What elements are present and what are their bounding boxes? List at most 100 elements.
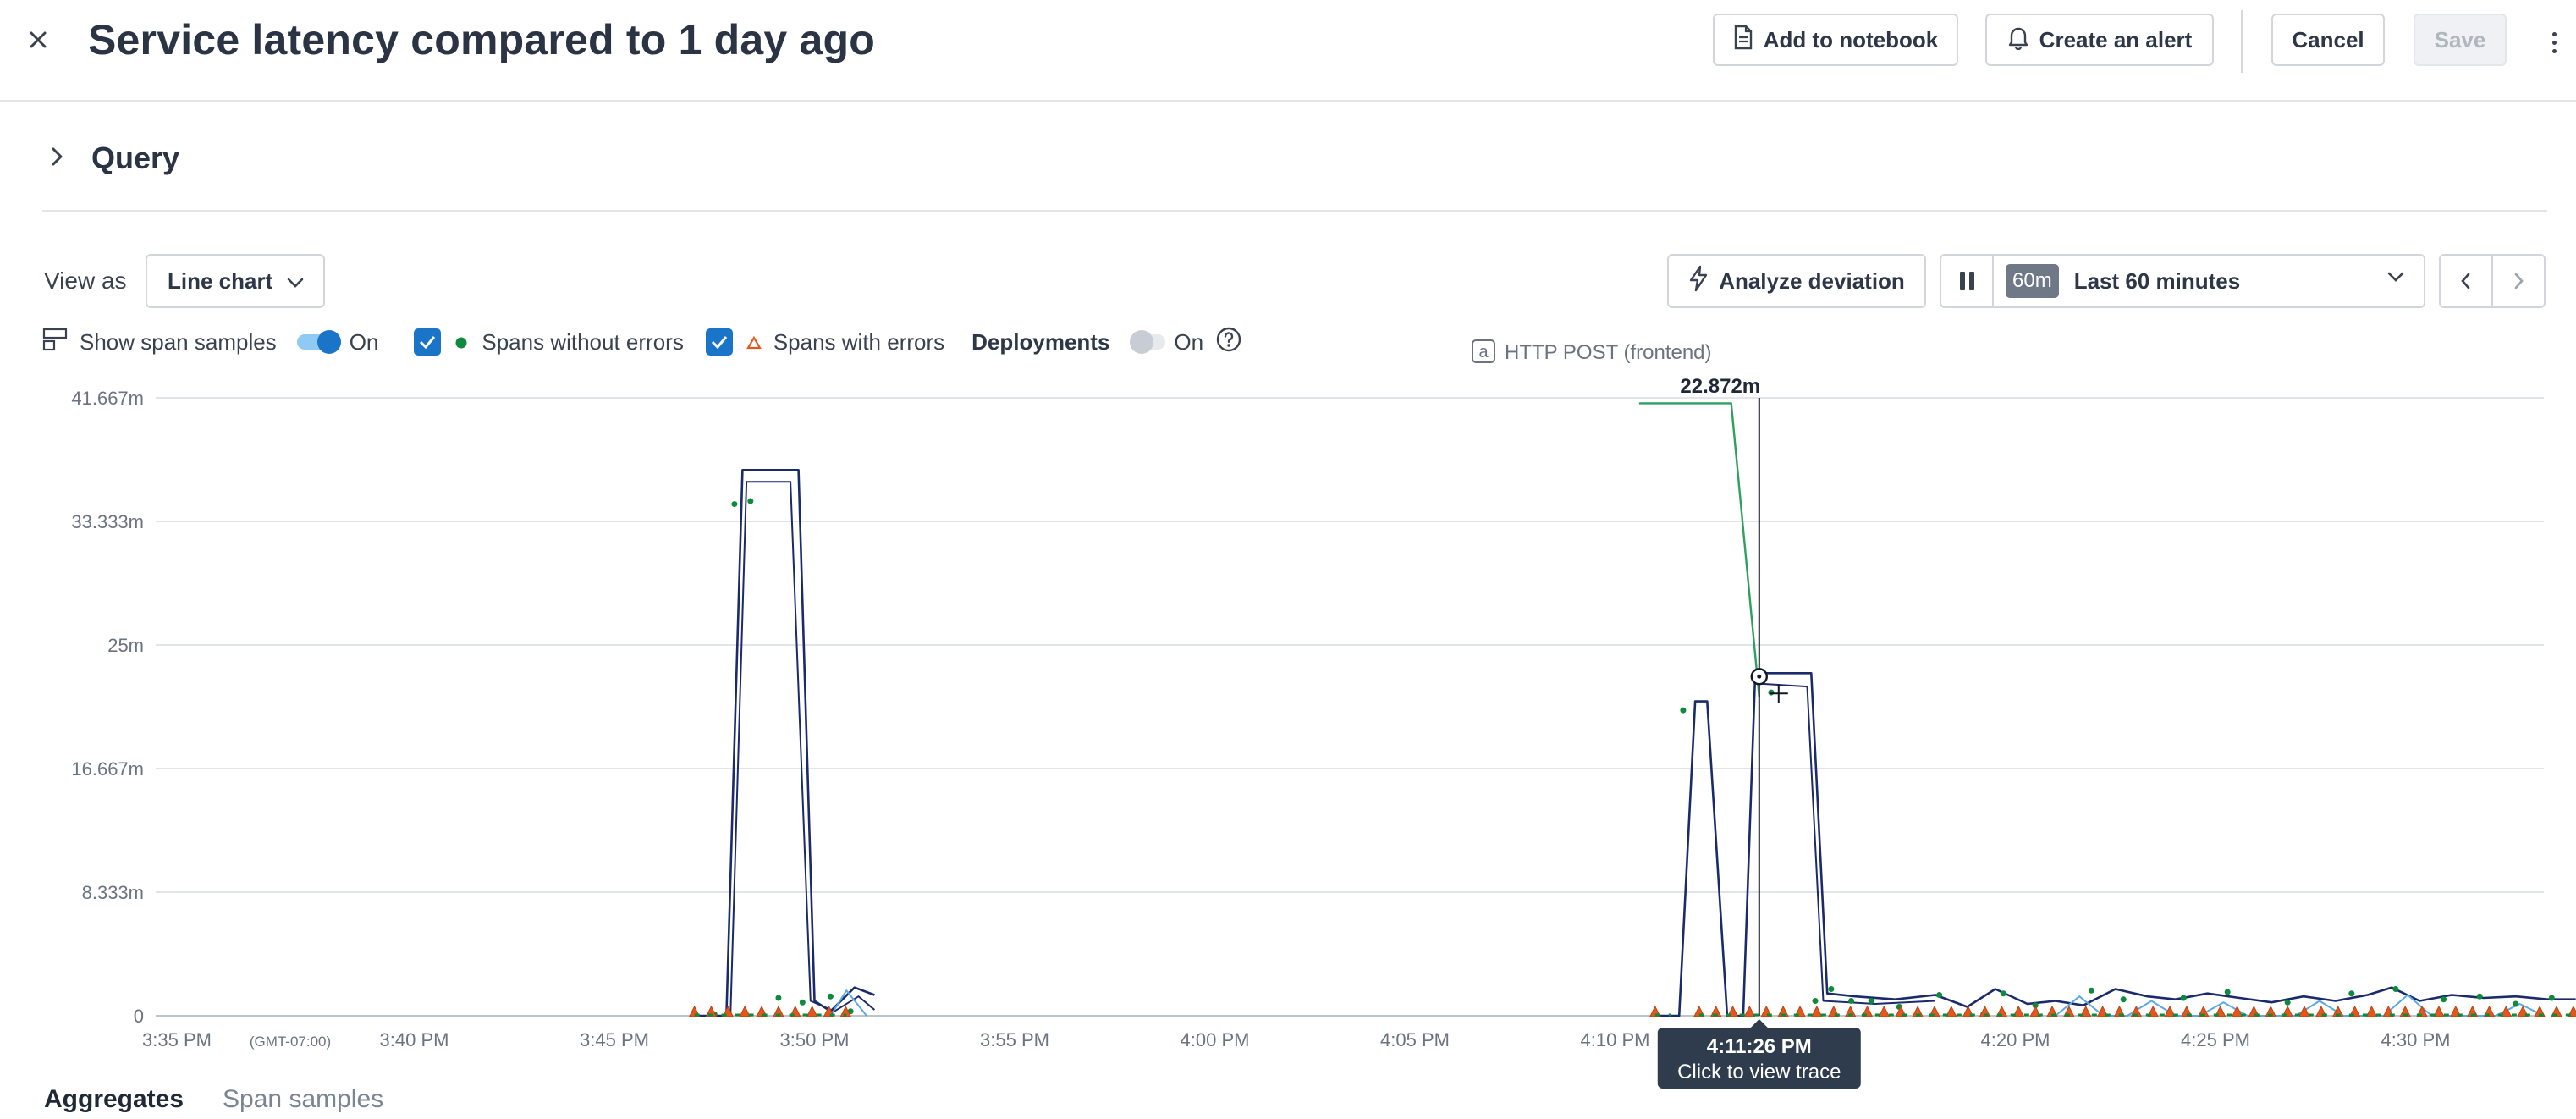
- error-span-marker: [1649, 1005, 1661, 1017]
- error-span-marker: [2449, 1005, 2462, 1017]
- error-span-marker: [789, 1005, 801, 1017]
- chevron-right-icon[interactable]: [2493, 256, 2544, 306]
- ok-span-dot: [799, 999, 806, 1006]
- time-range-label: Last 60 minutes: [2073, 267, 2241, 294]
- spans-with-errors-checkbox[interactable]: [705, 328, 733, 356]
- show-span-samples-label: Show span samples: [80, 328, 277, 355]
- ok-span-dot: [2224, 989, 2231, 995]
- error-span-marker: [2282, 1005, 2293, 1017]
- error-span-marker: [2063, 1005, 2075, 1017]
- analyze-deviation-button[interactable]: Analyze deviation: [1667, 254, 1926, 308]
- tooltip-hint: Click to view trace: [1677, 1061, 1841, 1083]
- create-alert-label: Create an alert: [2039, 26, 2193, 52]
- ok-span-dot: [1848, 997, 1855, 1004]
- top-bar: Service latency compared to 1 day ago Ad…: [0, 0, 2576, 102]
- error-span-marker: [2416, 1005, 2428, 1017]
- error-span-marker: [1861, 1005, 1874, 1017]
- error-span-marker: [2231, 1005, 2243, 1017]
- error-span-marker: [1946, 1005, 1957, 1017]
- span-samples-toggle[interactable]: [296, 330, 341, 354]
- series-line-current: [694, 468, 875, 1017]
- error-span-marker: [1962, 1005, 1974, 1017]
- y-tick-label: 8.333m: [82, 882, 144, 903]
- error-span-marker: [2113, 1005, 2126, 1017]
- error-span-marker: [2348, 1005, 2361, 1017]
- cursor-point-center: [1757, 674, 1762, 679]
- legend-row: Show span samples On Spans without error…: [42, 327, 1242, 357]
- error-span-marker: [2551, 1005, 2562, 1017]
- series-badge-letter: a: [1478, 343, 1489, 361]
- ok-span-dot: [1812, 997, 1819, 1004]
- error-span-marker: [1743, 1005, 1756, 1017]
- ok-span-dot: [747, 498, 754, 504]
- chevron-left-icon[interactable]: [2441, 256, 2493, 306]
- cursor-value-label: 22.872m: [1680, 375, 1760, 398]
- error-span-marker: [1979, 1005, 1991, 1017]
- create-alert-button[interactable]: Create an alert: [1985, 14, 2214, 66]
- x-tick-label: 4:15 PM: [1781, 1029, 1850, 1050]
- error-span-marker: [2466, 1005, 2479, 1017]
- x-tick-label: 3:45 PM: [580, 1029, 649, 1050]
- ok-span-dot: [775, 995, 782, 1001]
- chart-type-value: Line chart: [168, 267, 273, 294]
- ok-span-dot: [2441, 996, 2447, 1003]
- time-range-badge: 60m: [2006, 264, 2059, 298]
- pause-icon[interactable]: [1941, 256, 1994, 306]
- chevron-right-icon[interactable]: [49, 144, 66, 176]
- error-span-marker: [823, 1005, 835, 1017]
- ok-span-dot: [2476, 993, 2483, 1000]
- ok-span-dot: [1896, 1003, 1902, 1010]
- error-span-marker: [2130, 1005, 2143, 1017]
- error-span-marker: [2517, 1005, 2529, 1017]
- ok-span-dot: [827, 993, 834, 1000]
- chart-type-select[interactable]: Line chart: [146, 254, 325, 308]
- x-tick-label: 3:50 PM: [780, 1029, 850, 1050]
- cursor-point: [1750, 668, 1768, 686]
- time-navigation: [2439, 254, 2546, 308]
- ok-span-dot: [1680, 707, 1687, 714]
- time-range-picker[interactable]: 60m Last 60 minutes: [1940, 254, 2425, 308]
- spans-without-errors-checkbox[interactable]: [414, 328, 442, 356]
- error-span-marker: [1777, 1005, 1789, 1017]
- help-icon[interactable]: [1215, 326, 1242, 359]
- cancel-button[interactable]: Cancel: [2271, 14, 2385, 66]
- y-tick-label: 25m: [107, 635, 144, 656]
- span-samples-toggle-state: On: [349, 328, 379, 355]
- x-tick-label: 4:00 PM: [1181, 1029, 1250, 1050]
- more-options-icon[interactable]: [2546, 25, 2562, 59]
- ok-span-dot: [1868, 997, 1874, 1004]
- error-span-marker: [2382, 1005, 2395, 1017]
- tab-aggregates[interactable]: Aggregates: [44, 1085, 184, 1114]
- error-span-marker: [2046, 1005, 2058, 1017]
- deployments-toggle[interactable]: [1130, 330, 1166, 354]
- document-icon: [1733, 25, 1753, 56]
- x-tick-label: 3:55 PM: [980, 1029, 1049, 1050]
- add-to-notebook-button[interactable]: Add to notebook: [1713, 14, 1958, 66]
- spans-with-errors-label: Spans with errors: [773, 328, 945, 355]
- ok-span-dot: [2548, 995, 2555, 1001]
- y-tick-label: 16.667m: [71, 758, 144, 780]
- error-span-marker: [688, 1005, 701, 1017]
- query-toggle[interactable]: Query: [91, 141, 179, 176]
- series-line-current-lower: [1759, 682, 1935, 1005]
- error-span-marker: [1929, 1005, 1940, 1017]
- error-span-marker: [722, 1005, 735, 1017]
- close-icon[interactable]: [24, 25, 52, 54]
- deployments-label: Deployments: [972, 328, 1110, 355]
- tab-span-samples[interactable]: Span samples: [223, 1085, 383, 1114]
- series-line-light: [829, 989, 867, 1017]
- lightning-icon: [1688, 265, 1709, 298]
- ok-span-dot: [2392, 985, 2399, 992]
- error-span-marker: [839, 1005, 852, 1017]
- x-tick-label: 4:30 PM: [2381, 1029, 2451, 1050]
- error-span-marker: [739, 1005, 751, 1017]
- ok-span-dot: [1768, 689, 1775, 696]
- error-span-marker: [2214, 1005, 2226, 1017]
- x-tick-label: 4:10 PM: [1581, 1029, 1650, 1050]
- save-button[interactable]: Save: [2414, 14, 2507, 66]
- ok-span-dot: [1980, 1011, 1987, 1017]
- x-tick-label: 4:25 PM: [2181, 1029, 2250, 1050]
- ok-span-dot: [711, 1011, 718, 1017]
- error-span-marker: [1811, 1005, 1823, 1017]
- error-span-marker: [2096, 1005, 2109, 1017]
